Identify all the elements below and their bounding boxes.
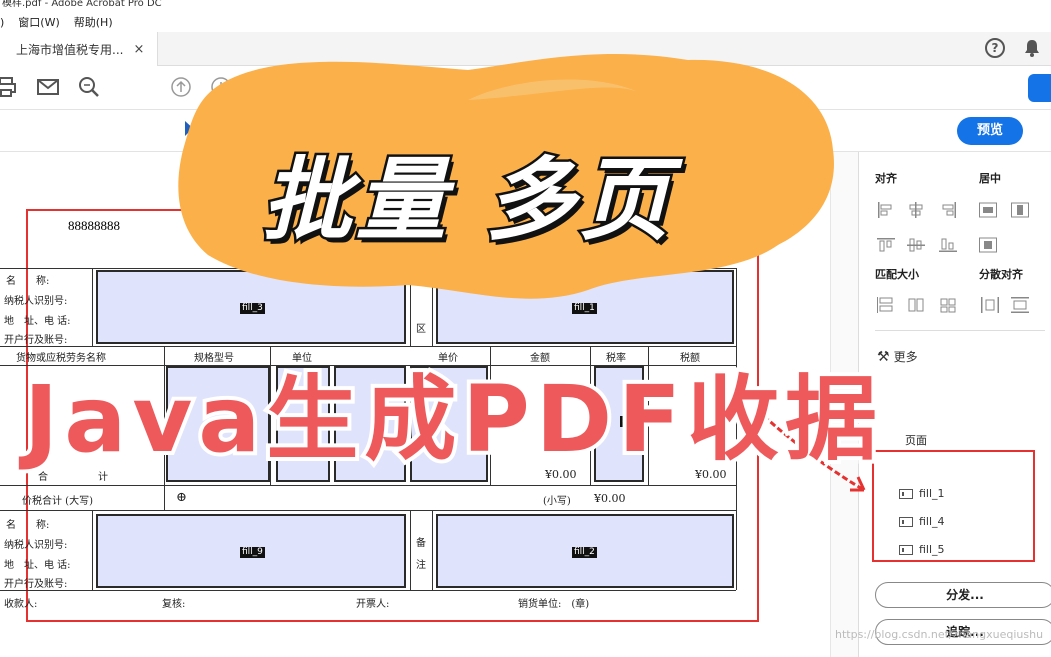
acrobat-window: 模样.pdf - Adobe Acrobat Pro DC ) 窗口(W) 帮助…: [0, 0, 1051, 657]
grand-total-symbol: ⊕: [176, 490, 187, 505]
field-list-label: fill_4: [919, 515, 945, 528]
align-middle-icon[interactable]: [907, 237, 925, 253]
grand-total-label: 价税合计 (大写): [22, 496, 93, 507]
print-icon[interactable]: [0, 76, 18, 98]
buyer-bank-label: 开户行及账号:: [4, 335, 68, 346]
more-menu[interactable]: ⚒ 更多: [877, 348, 918, 365]
seller-bank-label: 开户行及账号:: [4, 579, 68, 590]
watermark-text: https://blog.csdn.net/zhangxueqiushu: [835, 628, 1044, 641]
text-field-icon: [899, 544, 913, 555]
buyer-name-label: 名 称:: [6, 276, 50, 287]
footer-issuer: 开票人:: [356, 599, 390, 610]
distribute-button[interactable]: 分发...: [875, 582, 1051, 608]
grid-line: [92, 268, 93, 346]
buyer-address-label: 地 址、电 话:: [4, 316, 71, 327]
footer-payee: 收款人:: [4, 599, 38, 610]
preview-button[interactable]: 预览: [957, 117, 1023, 145]
align-bottom-icon[interactable]: [939, 237, 957, 253]
align-center-icon[interactable]: [907, 202, 925, 218]
grid-line: [410, 510, 411, 590]
more-label: 更多: [893, 350, 918, 364]
remark-label-a: 备: [416, 538, 426, 549]
text-field-icon: [899, 488, 913, 499]
form-tools-panel: 对齐 居中 匹配大小 分散对齐 ⚒ 更多 页面 fill_1 fill_4 fil…: [858, 152, 1051, 657]
zoom-search-icon[interactable]: [78, 76, 100, 98]
bell-icon[interactable]: [1024, 39, 1040, 57]
fields-highlight-box: [872, 450, 1035, 562]
cipher-area-label: 区: [416, 324, 426, 335]
page-label: 页面: [905, 434, 927, 447]
seller-name-label: 名 称:: [6, 520, 50, 531]
seller-taxid-label: 纳税人识别号:: [4, 540, 68, 551]
small-total-value: ¥0.00: [594, 492, 626, 505]
field-name-tag: fill_9: [240, 547, 265, 558]
grid-line: [0, 590, 736, 591]
overlay-headline: 批量 多页: [259, 146, 674, 256]
menu-item-partial[interactable]: ): [0, 16, 4, 29]
grid-line: [0, 510, 736, 511]
help-icon[interactable]: ?: [985, 38, 1005, 58]
grid-line: [0, 485, 736, 486]
form-field-remark[interactable]: fill_2: [436, 514, 734, 588]
footer-reviewer: 复核:: [162, 599, 186, 610]
menu-item-help[interactable]: 帮助(H): [74, 14, 113, 30]
center-vertical-icon[interactable]: [1011, 202, 1029, 218]
field-list-label: fill_1: [919, 487, 945, 500]
seller-address-label: 地 址、电 话:: [4, 560, 71, 571]
overlay-subheadline: Java生成PDF收据: [20, 362, 884, 477]
match-width-icon[interactable]: [877, 297, 895, 313]
small-total-label: (小写): [543, 496, 571, 507]
remark-label-b: 注: [416, 560, 426, 571]
form-field-seller[interactable]: fill_9: [96, 514, 406, 588]
center-horizontal-icon[interactable]: [979, 202, 997, 218]
buyer-taxid-label: 纳税人识别号:: [4, 296, 68, 307]
document-tab-label: 上海市增值税专用...: [16, 42, 124, 57]
match-size-label: 匹配大小: [875, 268, 919, 281]
field-list-item[interactable]: fill_4: [899, 515, 945, 528]
panel-divider: [875, 330, 1045, 331]
close-icon[interactable]: ×: [133, 42, 144, 57]
field-list-label: fill_5: [919, 543, 945, 556]
align-section-label: 对齐: [875, 172, 897, 185]
align-right-icon[interactable]: [939, 202, 957, 218]
match-height-icon[interactable]: [907, 297, 925, 313]
field-list-item[interactable]: fill_5: [899, 543, 945, 556]
match-both-icon[interactable]: [939, 297, 957, 313]
field-list-item[interactable]: fill_1: [899, 487, 945, 500]
share-button[interactable]: [1028, 74, 1051, 102]
invoice-number: 88888888: [68, 218, 120, 233]
menu-item-window[interactable]: 窗口(W): [18, 14, 59, 30]
grid-line: [432, 510, 433, 590]
distribute-horizontal-icon[interactable]: [981, 297, 999, 313]
align-top-icon[interactable]: [877, 237, 895, 253]
window-title: 模样.pdf - Adobe Acrobat Pro DC: [0, 0, 1051, 12]
align-left-icon[interactable]: [877, 202, 895, 218]
menu-bar: ) 窗口(W) 帮助(H): [0, 12, 1051, 32]
grid-line: [92, 510, 93, 590]
document-tab[interactable]: 上海市增值税专用... ×: [0, 32, 158, 66]
center-both-icon[interactable]: [979, 237, 997, 253]
mail-icon[interactable]: [37, 76, 59, 98]
center-section-label: 居中: [979, 172, 1001, 185]
footer-seller-unit: 销货单位: (章): [518, 599, 590, 610]
text-field-icon: [899, 516, 913, 527]
distribute-label: 分散对齐: [979, 268, 1023, 281]
distribute-vertical-icon[interactable]: [1011, 297, 1029, 313]
field-name-tag: fill_2: [572, 547, 597, 558]
